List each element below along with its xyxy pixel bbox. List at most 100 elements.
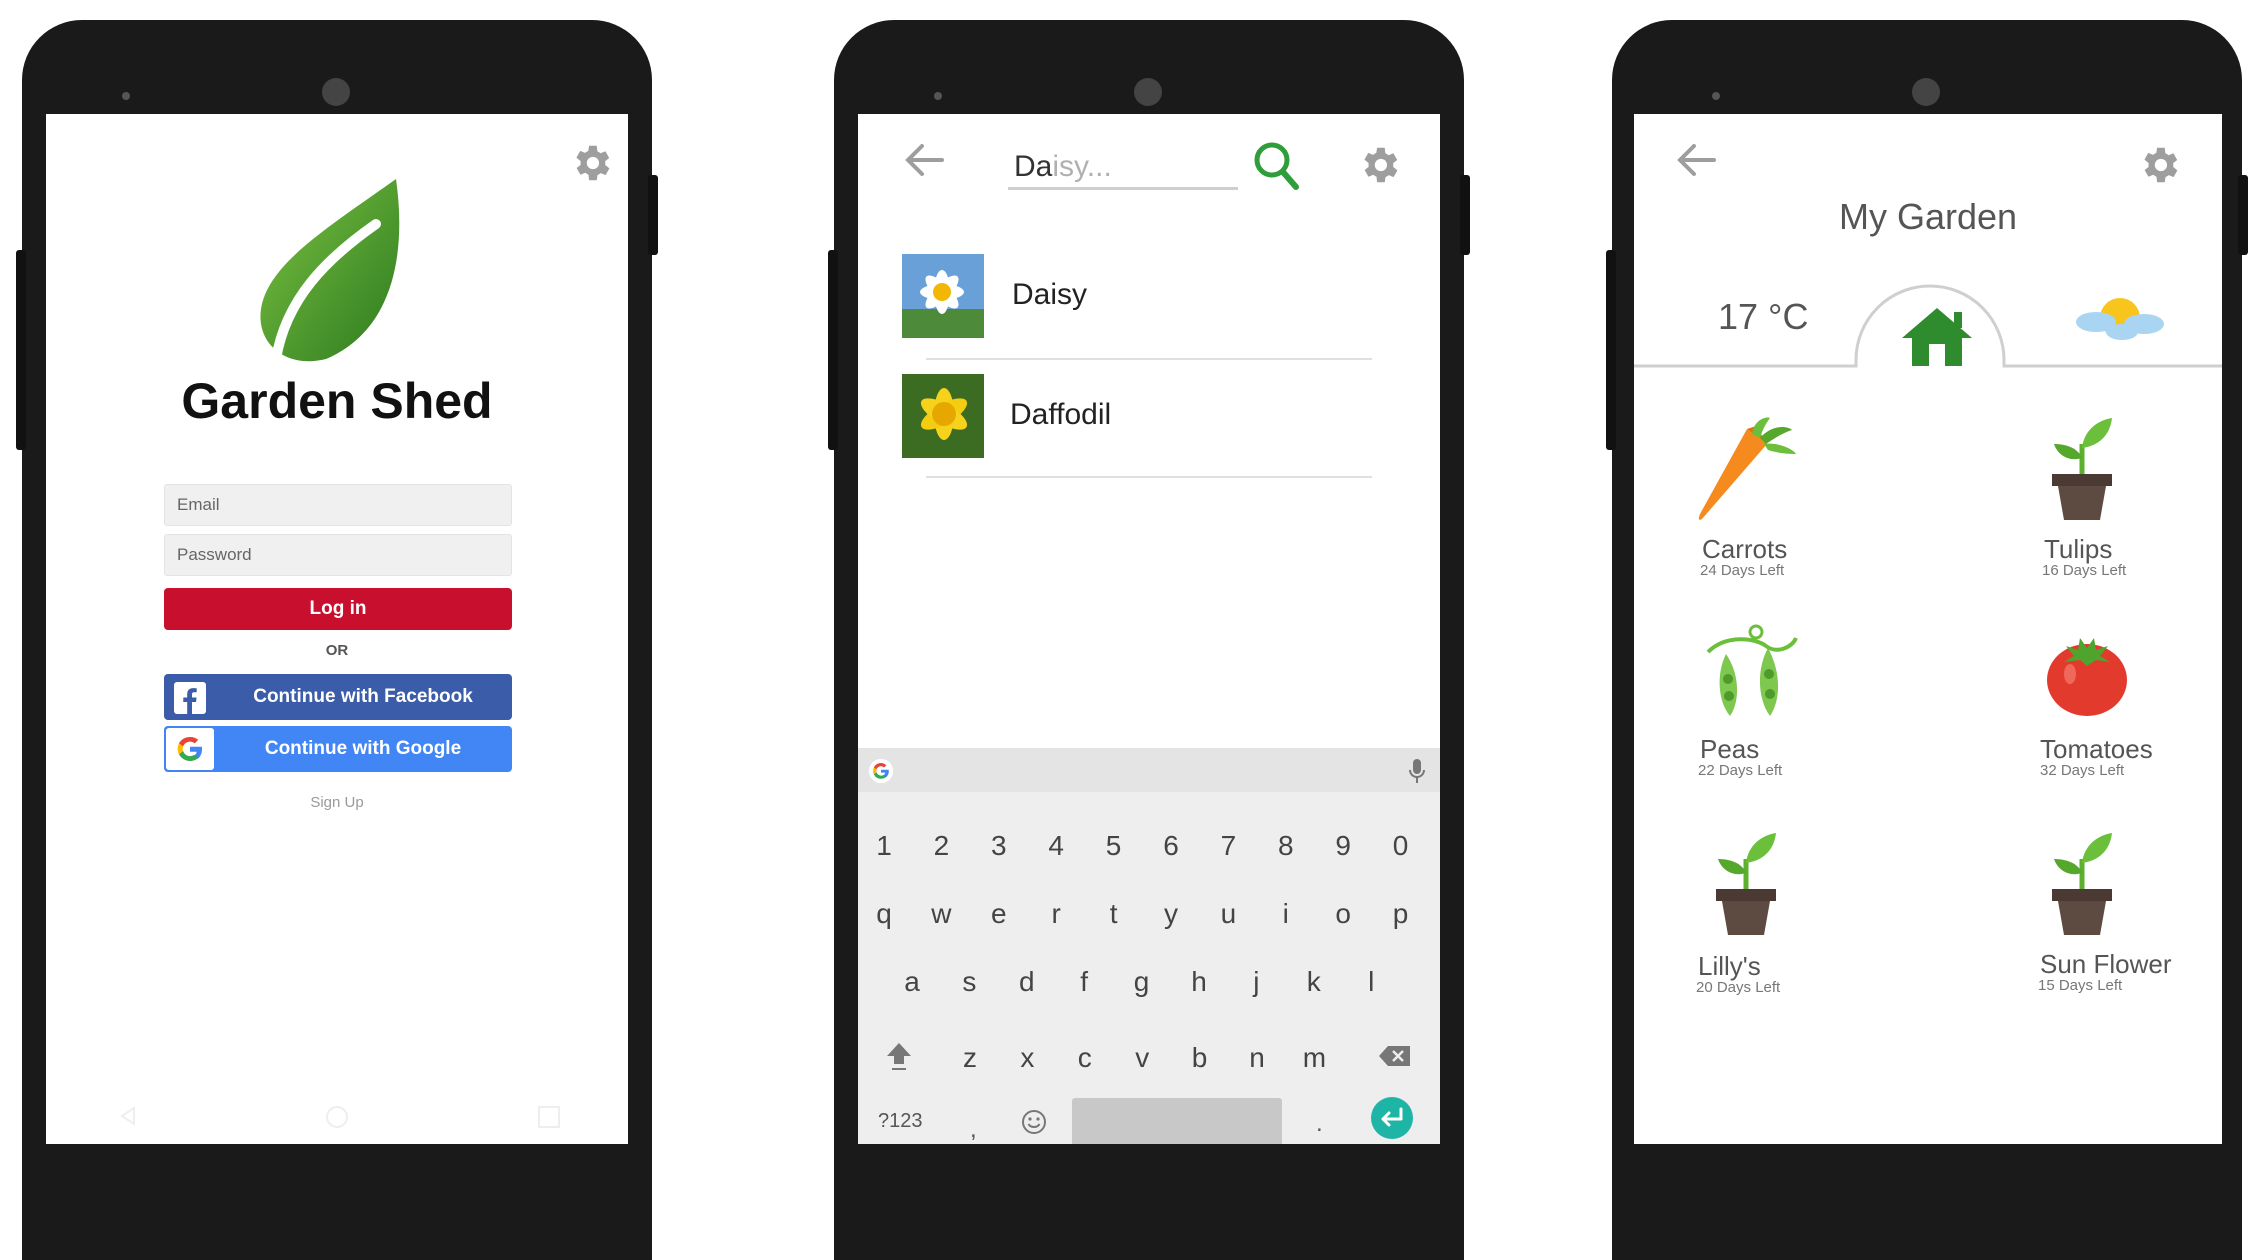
key-m[interactable]: m [1294,1042,1334,1074]
page-title: My Garden [1838,196,2018,237]
key-x[interactable]: x [1007,1042,1047,1074]
login-screen: Garden Shed Email Password Log in OR Con… [46,114,628,1144]
emoji-icon[interactable] [1020,1108,1048,1136]
speaker-dot [122,92,130,100]
nav-home-icon[interactable] [324,1104,350,1130]
key-g[interactable]: g [1122,966,1162,998]
side-button [648,175,658,255]
plant-card-sunflower[interactable]: Sun Flower 15 Days Left [2034,829,2214,1019]
facebook-icon [174,682,206,714]
key-9[interactable]: 9 [1323,830,1363,862]
key-0[interactable]: 0 [1381,830,1421,862]
key-y[interactable]: y [1151,898,1191,930]
microphone-icon[interactable] [1408,758,1426,784]
shift-icon[interactable] [884,1040,914,1072]
plant-days-left: 32 Days Left [2040,762,2125,779]
key-r[interactable]: r [1036,898,1076,930]
facebook-login-button[interactable]: Continue with Facebook [164,674,512,720]
tomato-icon [2047,638,2127,716]
nav-recents-icon[interactable] [536,1104,562,1130]
plant-card-carrots[interactable]: Carrots 24 Days Left [1684,414,1844,594]
email-field[interactable]: Email [164,484,512,526]
key-o[interactable]: o [1323,898,1363,930]
list-item[interactable]: Daffodil [902,374,1372,478]
google-g-icon[interactable] [868,758,894,784]
gear-icon[interactable] [2136,142,2182,188]
key-7[interactable]: 7 [1208,830,1248,862]
gear-icon[interactable] [568,140,614,186]
key-2[interactable]: 2 [921,830,961,862]
key-4[interactable]: 4 [1036,830,1076,862]
google-login-button[interactable]: Continue with Google [164,726,512,772]
daisy-thumbnail-icon [902,254,984,338]
key-c[interactable]: c [1065,1042,1105,1074]
key-3[interactable]: 3 [979,830,1019,862]
key-1[interactable]: 1 [864,830,904,862]
seedling-pot-icon [1716,833,1776,935]
key-j[interactable]: j [1236,966,1276,998]
plant-card-tomatoes[interactable]: Tomatoes 32 Days Left [2034,624,2204,794]
login-button[interactable]: Log in [164,588,512,630]
enter-icon[interactable] [1370,1096,1414,1140]
key-d[interactable]: d [1007,966,1047,998]
key-p[interactable]: p [1381,898,1421,930]
garden-screen: My Garden 17 °C Carrots 24 Days Left Tul… [1634,114,2222,1144]
key-l[interactable]: l [1351,966,1391,998]
key-e[interactable]: e [979,898,1019,930]
search-input[interactable]: Daisy... [1008,144,1238,190]
symbols-key[interactable]: ?123 [878,1110,923,1133]
google-icon [177,736,202,761]
seedling-pot-icon [2052,833,2112,935]
key-6[interactable]: 6 [1151,830,1191,862]
key-w[interactable]: w [921,898,961,930]
google-icon-box [166,728,214,770]
plant-card-peas[interactable]: Peas 22 Days Left [1684,624,1844,794]
key-h[interactable]: h [1179,966,1219,998]
list-item[interactable]: Daisy [902,254,1372,360]
magnifier-icon[interactable] [1252,140,1300,192]
period-key[interactable]: . [1316,1110,1323,1138]
result-name: Daisy [1012,278,1088,311]
key-b[interactable]: b [1180,1042,1220,1074]
plant-name: Carrots [1702,534,1788,564]
keyboard: 1234567890 qwertyuiop asdfghjkl zxcvbnm … [858,748,1440,1144]
house-icon[interactable] [1898,304,1976,368]
comma-key[interactable]: , [970,1116,977,1144]
arrow-left-icon[interactable] [1674,140,1718,180]
backspace-icon[interactable] [1378,1044,1412,1068]
password-placeholder: Password [177,545,252,564]
plant-days-left: 22 Days Left [1698,762,1783,779]
plant-card-tulips[interactable]: Tulips 16 Days Left [2034,414,2204,594]
seedling-pot-icon [2052,418,2112,520]
key-5[interactable]: 5 [1094,830,1134,862]
key-8[interactable]: 8 [1266,830,1306,862]
side-button [1606,250,1616,450]
or-divider: OR [325,642,349,659]
key-i[interactable]: i [1266,898,1306,930]
plant-name: Peas [1700,734,1760,764]
arrow-left-icon[interactable] [902,140,946,180]
key-t[interactable]: t [1094,898,1134,930]
plant-card-lillys[interactable]: Lilly's 20 Days Left [1684,829,1844,1019]
facebook-button-label: Continue with Facebook [253,686,473,707]
plant-days-left: 24 Days Left [1700,562,1785,579]
side-button [16,250,26,450]
search-screen: Daisy... Daisy Daffodil 1 2 3 4 5 6 7 8 … [858,114,1440,1144]
key-s[interactable]: s [949,966,989,998]
space-key[interactable] [1072,1098,1282,1144]
signup-link[interactable]: Sign Up [46,794,628,811]
speaker-dot [1712,92,1720,100]
search-typed-text: Da [1014,150,1053,183]
carrot-icon [1698,417,1796,520]
key-z[interactable]: z [950,1042,990,1074]
key-f[interactable]: f [1064,966,1104,998]
key-n[interactable]: n [1237,1042,1277,1074]
key-v[interactable]: v [1122,1042,1162,1074]
gear-icon[interactable] [1356,142,1402,188]
nav-back-icon[interactable] [116,1104,140,1128]
key-a[interactable]: a [892,966,932,998]
key-q[interactable]: q [864,898,904,930]
key-k[interactable]: k [1294,966,1334,998]
key-u[interactable]: u [1208,898,1248,930]
password-field[interactable]: Password [164,534,512,576]
